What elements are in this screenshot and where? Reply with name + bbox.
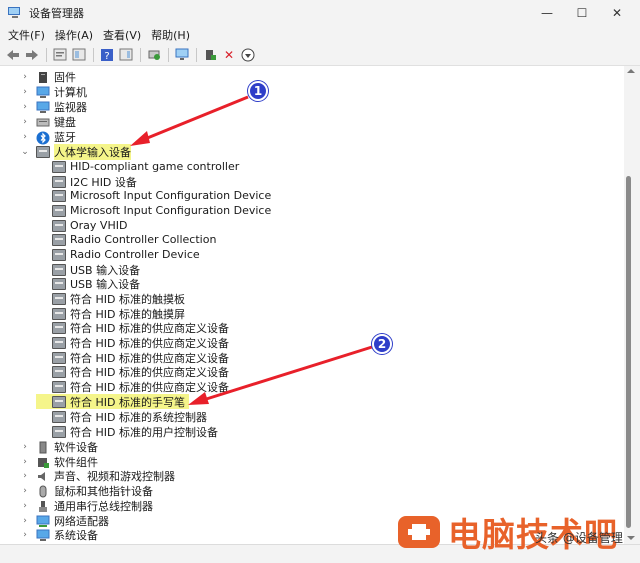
scroll-up-arrow-icon[interactable] xyxy=(627,68,635,74)
annotation-badge-2: 2 xyxy=(372,334,392,354)
watermark-logo-icon xyxy=(398,516,440,548)
annotation-badge-1: 1 xyxy=(248,81,268,101)
annotation-arrow-2 xyxy=(199,345,373,403)
annotation-arrows xyxy=(130,95,373,405)
scroll-down-arrow-icon[interactable] xyxy=(627,535,635,541)
scrollbar-thumb[interactable] xyxy=(626,176,631,528)
annotation-arrow-2-head xyxy=(188,392,209,405)
watermark-subtext: 头条 @设备管理 xyxy=(535,531,623,545)
annotation-arrow-1-head xyxy=(130,131,150,146)
annotation-arrow-1 xyxy=(139,95,249,143)
